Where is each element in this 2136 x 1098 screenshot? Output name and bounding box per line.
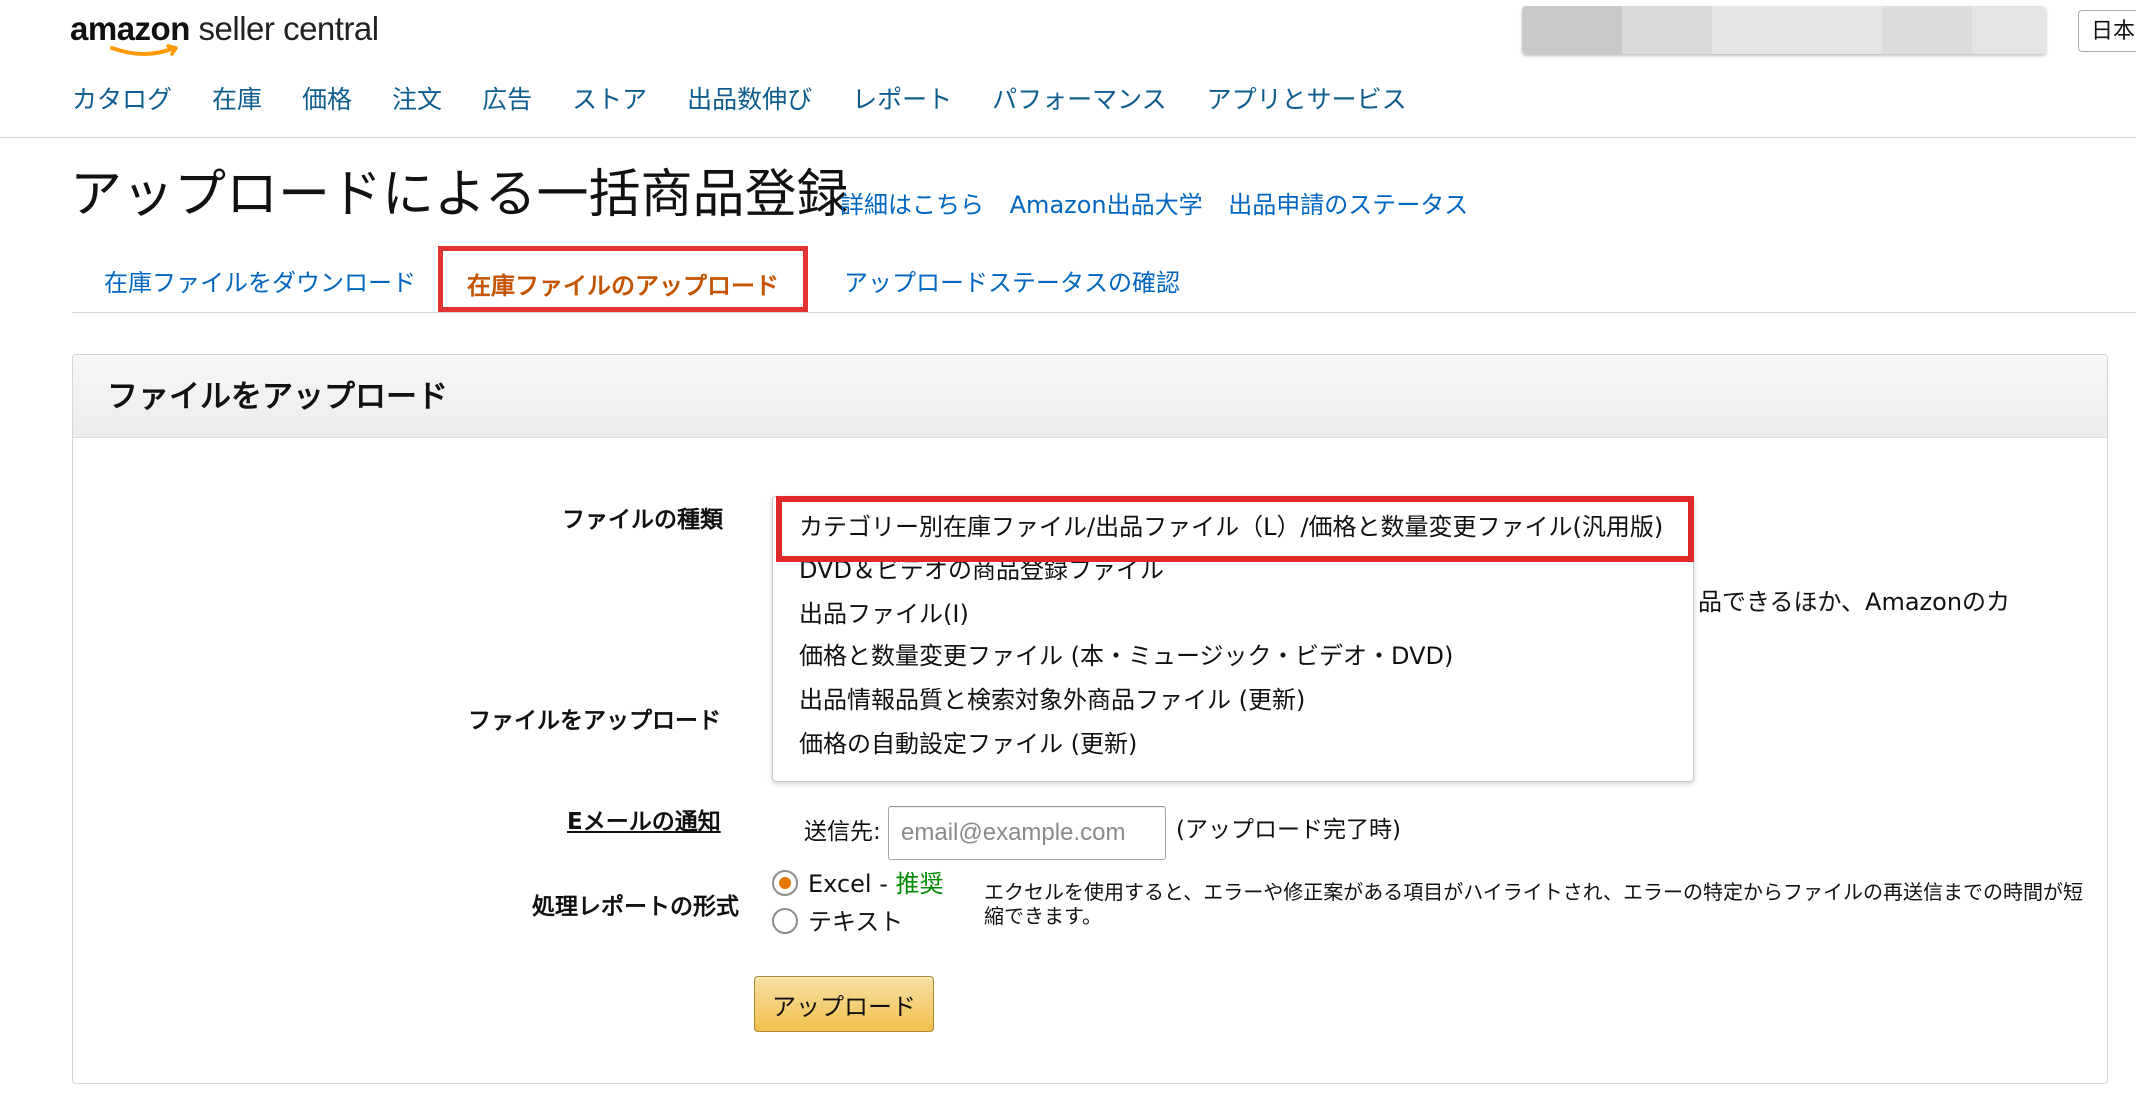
- blurred-search-area: [1522, 6, 2046, 54]
- nav-item-catalog[interactable]: カタログ: [72, 82, 172, 118]
- upload-button[interactable]: アップロード: [754, 976, 934, 1032]
- page-title: アップロードによる一括商品登録: [70, 165, 849, 225]
- tab-upload-label: 在庫ファイルのアップロード: [467, 272, 779, 300]
- panel-header: ファイルをアップロード: [73, 355, 2107, 438]
- amazon-seller-central-logo[interactable]: amazon seller central: [70, 10, 379, 60]
- tab-download-inventory-file[interactable]: 在庫ファイルをダウンロード: [104, 266, 416, 300]
- seller-university-link[interactable]: Amazon出品大学: [1010, 191, 1203, 219]
- header-divider: [0, 137, 2136, 138]
- excel-label: Excel -: [808, 870, 896, 898]
- nav-item-reports[interactable]: レポート: [852, 82, 952, 118]
- nav-item-stores[interactable]: ストア: [572, 82, 647, 118]
- report-format-excel[interactable]: Excel - 推奨: [772, 868, 944, 900]
- nav-item-advertising[interactable]: 広告: [482, 82, 532, 118]
- report-format-label: 処理レポートの形式: [532, 894, 739, 920]
- nav-item-performance[interactable]: パフォーマンス: [992, 82, 1167, 118]
- recommended-badge: 推奨: [895, 870, 944, 898]
- logo-brand: amazon: [70, 10, 190, 47]
- email-field[interactable]: [888, 806, 1166, 860]
- tab-upload-status[interactable]: アップロードステータスの確認: [844, 266, 1180, 300]
- learn-more-link[interactable]: 詳細はこちら: [840, 191, 984, 219]
- email-timing-note: (アップロード完了時): [1176, 817, 1401, 843]
- amazon-smile-icon: [110, 44, 178, 56]
- text-label: テキスト: [808, 908, 904, 936]
- file-type-description: 品できるほか、Amazonのカ: [1698, 588, 2011, 616]
- excel-radio[interactable]: [772, 870, 798, 896]
- report-format-note: エクセルを使用すると、エラーや修正案がある項目がハイライトされ、エラーの特定から…: [984, 880, 2083, 928]
- file-type-option[interactable]: 出品情報品質と検索対象外商品ファイル (更新): [799, 684, 1305, 716]
- file-type-option[interactable]: 価格の自動設定ファイル (更新): [799, 728, 1137, 760]
- nav-item-growth[interactable]: 出品数伸び: [687, 82, 812, 118]
- file-type-label: ファイルの種類: [562, 507, 723, 533]
- file-type-option[interactable]: 価格と数量変更ファイル (本・ミュージック・ビデオ・DVD): [799, 640, 1453, 672]
- language-selector[interactable]: 日本: [2078, 10, 2136, 52]
- nav-item-inventory[interactable]: 在庫: [212, 82, 262, 118]
- panel-title: ファイルをアップロード: [107, 379, 448, 415]
- title-links: 詳細はこちら Amazon出品大学 出品申請のステータス: [840, 188, 1486, 222]
- report-format-text[interactable]: テキスト: [772, 906, 903, 938]
- file-type-option[interactable]: 出品ファイル(I): [799, 598, 969, 630]
- file-upload-label: ファイルをアップロード: [468, 708, 721, 734]
- email-recipient-label: 送信先:: [804, 819, 881, 845]
- selected-option-highlight: [776, 496, 1694, 562]
- listing-application-status-link[interactable]: 出品申請のステータス: [1228, 191, 1468, 219]
- tab-upload-inventory-file[interactable]: 在庫ファイルのアップロード: [438, 246, 808, 312]
- nav-item-orders[interactable]: 注文: [392, 82, 442, 118]
- logo-rest: seller central: [189, 10, 380, 47]
- nav-item-apps-services[interactable]: アプリとサービス: [1207, 82, 1407, 118]
- text-radio[interactable]: [772, 908, 798, 934]
- tab-bar: 在庫ファイルをダウンロード 在庫ファイルのアップロード アップロードステータスの…: [72, 246, 2136, 313]
- nav-item-pricing[interactable]: 価格: [302, 82, 352, 118]
- email-notification-label[interactable]: Eメールの通知: [567, 807, 721, 837]
- main-nav: カタログ 在庫 価格 注文 広告 ストア 出品数伸び レポート パフォーマンス …: [72, 82, 1447, 118]
